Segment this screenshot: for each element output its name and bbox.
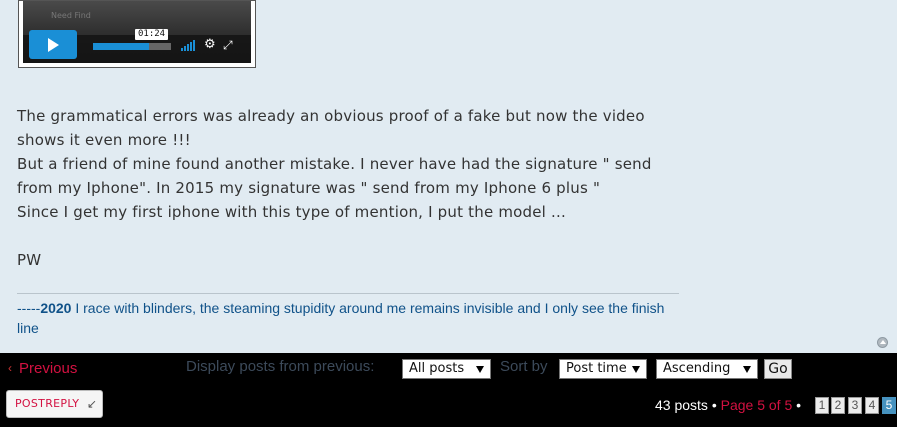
display-posts-label: Display posts from previous: <box>186 358 375 375</box>
post-paragraph: But a friend of mine found another mista… <box>17 155 652 197</box>
dropdown-arrow-icon <box>743 366 751 373</box>
post-count: 43 posts <box>655 397 708 413</box>
page-link-2[interactable]: 2 <box>831 397 845 414</box>
signature-year: 2020 <box>40 300 72 316</box>
post-reply-label: POSTREPLY <box>15 397 80 410</box>
video-progress-bar[interactable] <box>93 43 171 50</box>
play-icon <box>48 38 59 52</box>
bullet-separator: • <box>796 397 802 413</box>
back-to-top-icon[interactable] <box>877 337 888 348</box>
page-indicator: Page 5 of 5 <box>720 397 793 413</box>
pagination-bar: POSTREPLY ↙ 43 posts • Page 5 of 5 • 1 2… <box>0 383 897 427</box>
video-progress-fill <box>93 43 150 50</box>
chevron-left-icon: ‹ <box>8 361 12 375</box>
display-posts-select[interactable]: All posts <box>402 359 491 379</box>
signature-divider <box>17 293 679 294</box>
page-link-3[interactable]: 3 <box>848 397 862 414</box>
volume-icon[interactable] <box>180 39 198 51</box>
signature-text: I race with blinders, the steaming stupi… <box>17 300 665 336</box>
post-paragraph: Since I get my first iphone with this ty… <box>17 203 566 221</box>
gear-icon[interactable]: ⚙ <box>204 38 216 51</box>
sort-field-select[interactable]: Post time <box>559 359 647 379</box>
page-link-4[interactable]: 4 <box>865 397 879 414</box>
post-paragraph: The grammatical errors was already an ob… <box>17 107 645 149</box>
dropdown-arrow-icon <box>632 366 640 373</box>
pagination-summary: 43 posts • Page 5 of 5 • <box>655 397 801 413</box>
signature-prefix: ----- <box>17 300 41 316</box>
page-link-1[interactable]: 1 <box>815 397 829 414</box>
play-button[interactable] <box>29 30 77 59</box>
page-link-5-current[interactable]: 5 <box>882 397 896 414</box>
post-sign-off: PW <box>17 251 42 269</box>
fullscreen-icon[interactable]: ⤢ <box>223 39 233 51</box>
post-body: Need Find 01:24 ⚙ ⤢ The grammatical erro… <box>0 0 897 353</box>
user-signature: -----2020 I race with blinders, the stea… <box>17 298 677 338</box>
previous-link[interactable]: Previous <box>19 360 77 377</box>
sort-by-label: Sort by <box>500 358 548 375</box>
go-button[interactable]: Go <box>764 359 792 379</box>
display-posts-value: All posts <box>409 361 465 376</box>
topic-action-bar: ‹ Previous Display posts from previous: … <box>0 353 897 383</box>
sort-order-value: Ascending <box>663 361 731 376</box>
sort-field-value: Post time <box>566 361 627 376</box>
video-watermark: Need Find <box>51 11 91 20</box>
video-timestamp: 01:24 <box>135 29 169 40</box>
bullet-separator: • <box>711 397 717 413</box>
video-player[interactable]: Need Find 01:24 ⚙ ⤢ <box>18 0 256 68</box>
video-frame: Need Find 01:24 ⚙ ⤢ <box>23 1 251 63</box>
sort-order-select[interactable]: Ascending <box>656 359 758 379</box>
post-reply-button[interactable]: POSTREPLY ↙ <box>6 390 103 418</box>
post-content: The grammatical errors was already an ob… <box>17 104 687 272</box>
dropdown-arrow-icon <box>476 366 484 373</box>
reply-arrow-icon: ↙ <box>87 397 98 411</box>
